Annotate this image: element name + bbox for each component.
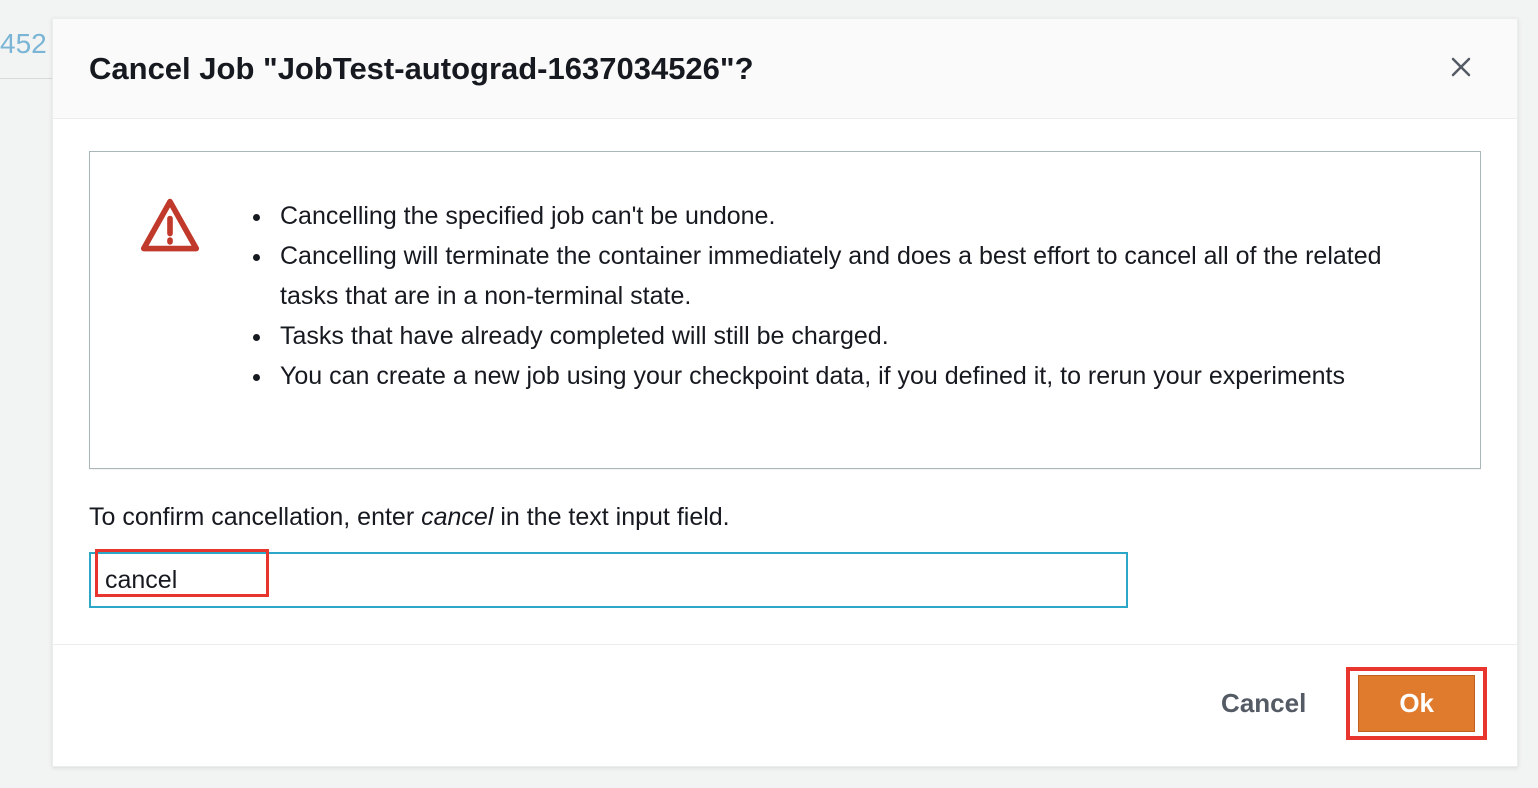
modal-title: Cancel Job "JobTest-autograd-1637034526"… (89, 51, 754, 87)
warning-icon (140, 196, 200, 261)
background-divider (0, 78, 60, 79)
cancel-job-modal: Cancel Job "JobTest-autograd-1637034526"… (52, 18, 1518, 767)
modal-footer: Cancel Ok (53, 644, 1517, 766)
warning-bullet: You can create a new job using your chec… (274, 356, 1440, 396)
background-partial-number: 452 (0, 28, 47, 60)
cancel-button[interactable]: Cancel (1203, 678, 1324, 729)
ok-button-wrapper: Ok (1352, 669, 1481, 738)
confirm-instruction-keyword: cancel (421, 503, 493, 531)
modal-body: Cancelling the specified job can't be un… (53, 119, 1517, 644)
confirm-input[interactable] (89, 552, 1128, 608)
confirm-input-wrapper (89, 552, 1481, 608)
close-button[interactable] (1441, 47, 1481, 90)
warning-bullet-list: Cancelling the specified job can't be un… (248, 196, 1440, 396)
close-icon (1449, 55, 1473, 82)
confirm-instruction: To confirm cancellation, enter cancel in… (89, 503, 1481, 532)
warning-bullet: Tasks that have already completed will s… (274, 316, 1440, 356)
modal-header: Cancel Job "JobTest-autograd-1637034526"… (53, 19, 1517, 119)
warning-bullet: Cancelling will terminate the container … (274, 236, 1440, 316)
confirm-instruction-prefix: To confirm cancellation, enter (89, 503, 421, 531)
warning-bullet: Cancelling the specified job can't be un… (274, 196, 1440, 236)
confirm-instruction-suffix: in the text input field. (493, 503, 729, 531)
warning-box: Cancelling the specified job can't be un… (89, 151, 1481, 469)
ok-button[interactable]: Ok (1358, 675, 1475, 732)
